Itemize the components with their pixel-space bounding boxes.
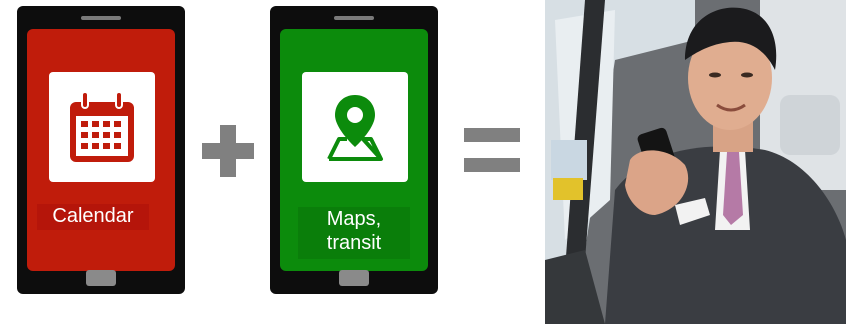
phone-calendar: Calendar	[17, 6, 185, 294]
maps-label-line-1: Maps,	[326, 208, 382, 230]
phone-speaker	[334, 16, 374, 20]
calendar-screen: Calendar	[27, 29, 175, 271]
plus-icon	[202, 125, 254, 177]
phone-maps: Maps, transit	[270, 6, 438, 294]
phone-speaker	[81, 16, 121, 20]
taxi-passenger-photo	[545, 0, 846, 324]
home-button	[86, 270, 116, 286]
equals-icon	[464, 128, 520, 172]
calendar-label: Calendar	[37, 204, 149, 230]
maps-label-line-2: transit	[326, 232, 382, 254]
maps-label: Maps, transit	[298, 207, 410, 259]
home-button	[339, 270, 369, 286]
photo-illustration	[545, 0, 846, 324]
maps-app-tile[interactable]	[302, 72, 408, 182]
calendar-icon	[70, 91, 134, 162]
map-pin-icon	[327, 95, 383, 161]
maps-screen: Maps, transit	[280, 29, 428, 271]
calendar-app-tile[interactable]	[49, 72, 155, 182]
